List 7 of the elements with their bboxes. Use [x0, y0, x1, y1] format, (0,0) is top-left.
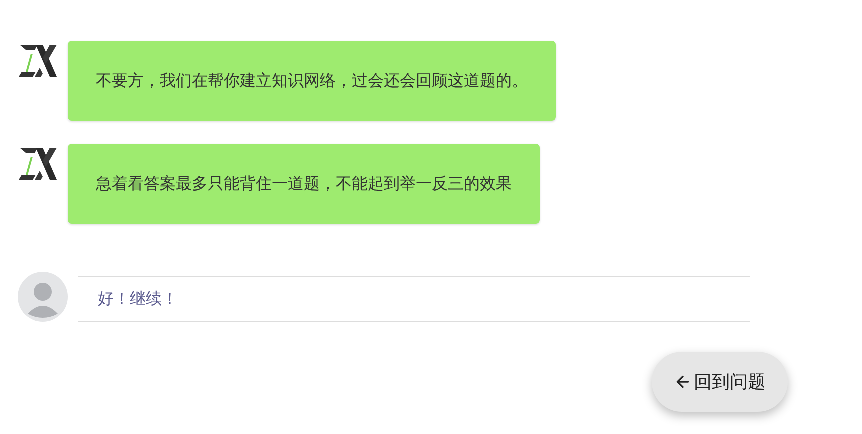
back-to-question-button[interactable]: 回到问题	[652, 352, 788, 412]
logo-icon	[18, 147, 58, 181]
avatar-icon	[18, 272, 68, 322]
message-bubble: 不要方，我们在帮你建立知识网络，过会还会回顾这道题的。	[68, 41, 556, 121]
logo-icon	[18, 44, 58, 78]
reply-option[interactable]: 好！继续！	[78, 276, 750, 322]
message-bubble: 急着看答案最多只能背住一道题，不能起到举一反三的效果	[68, 144, 540, 224]
